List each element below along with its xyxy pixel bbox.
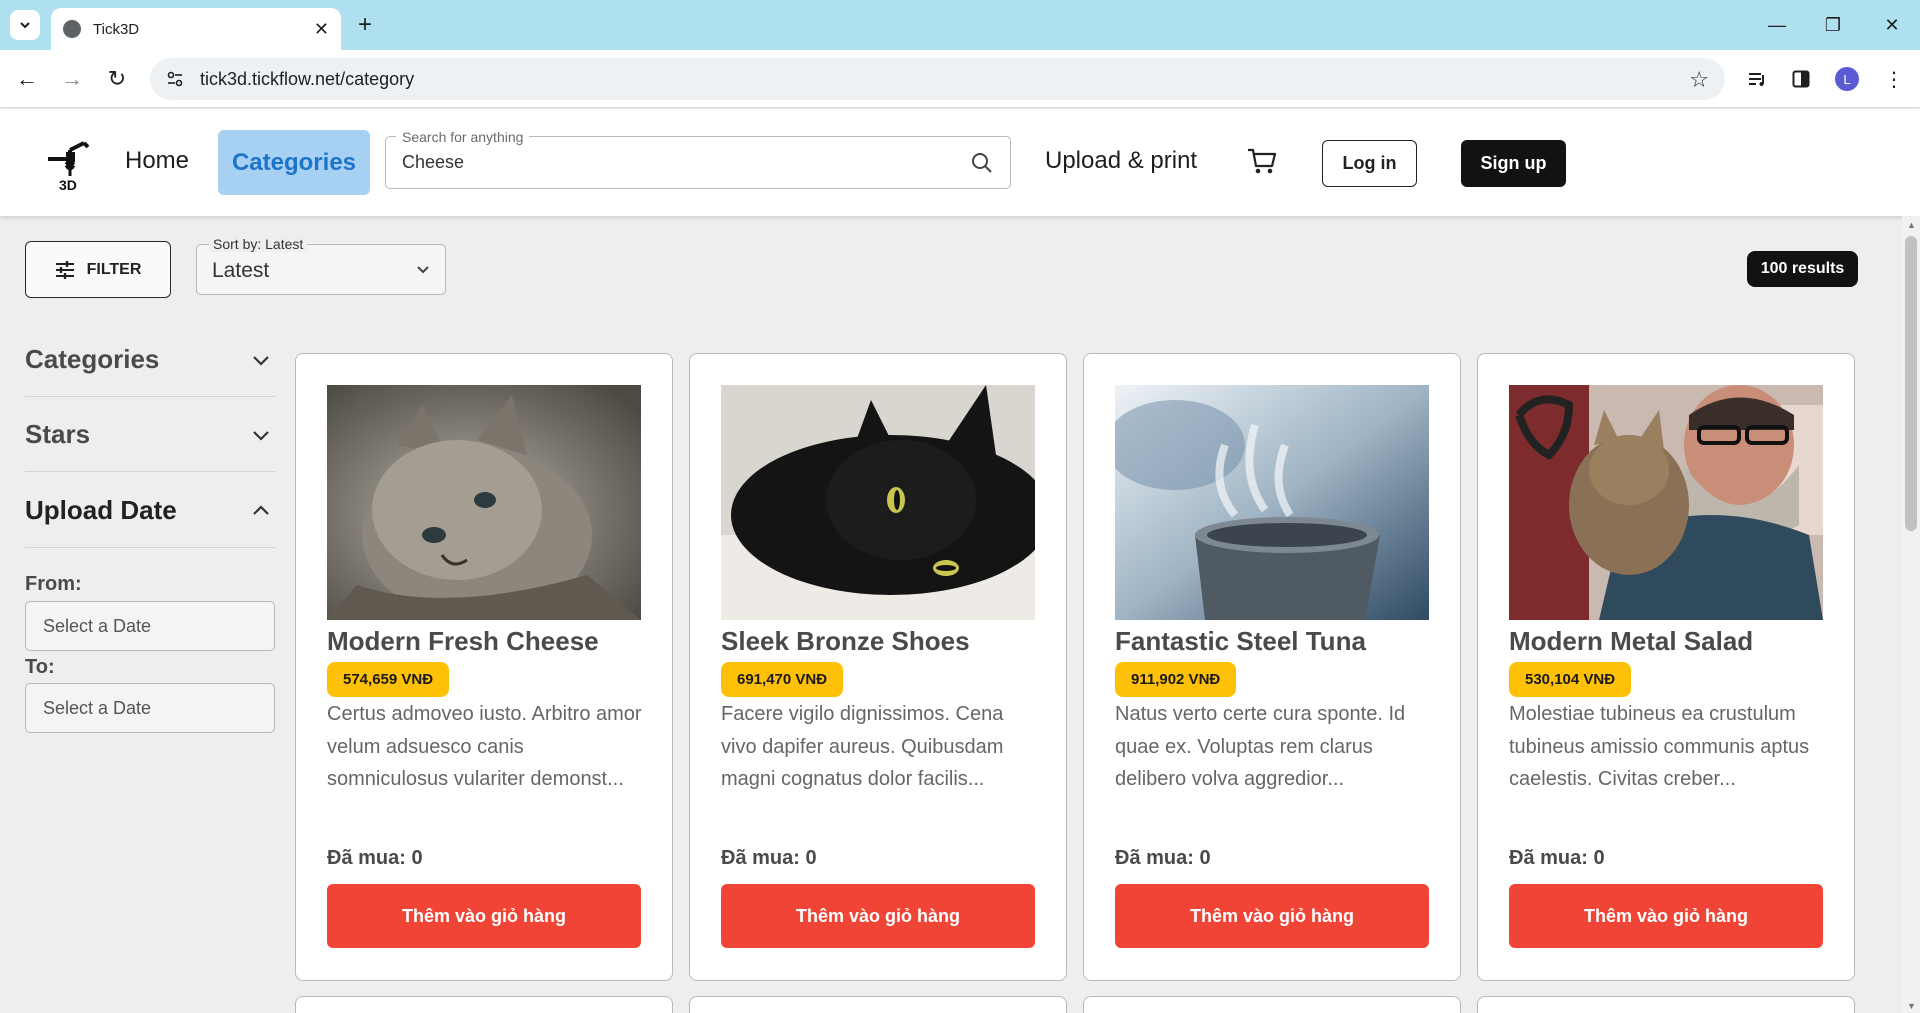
sort-value: Latest (212, 259, 270, 282)
price-badge: 530,104 VNĐ (1509, 662, 1632, 697)
cart-icon[interactable] (1246, 145, 1278, 177)
filter-label: FILTER (86, 260, 142, 278)
new-tab-button[interactable]: + (350, 10, 380, 40)
price-badge: 691,470 VNĐ (721, 662, 844, 697)
product-name[interactable]: Fantastic Steel Tuna (1115, 626, 1366, 657)
filter-button[interactable]: FILTER (25, 241, 171, 298)
chevron-up-icon (253, 505, 269, 515)
profile-avatar[interactable]: L (1835, 67, 1859, 91)
minimize-button[interactable]: — (1751, 8, 1803, 42)
product-name[interactable]: Modern Metal Salad (1509, 626, 1753, 657)
nav-categories-link[interactable]: Categories (218, 130, 370, 195)
search-input[interactable]: Search for anything Cheese (385, 129, 1011, 189)
scroll-up-arrow-icon[interactable]: ▲ (1907, 220, 1916, 230)
login-button[interactable]: Log in (1322, 140, 1417, 187)
sort-select[interactable]: Sort by: Latest Latest (196, 236, 446, 295)
add-to-cart-button[interactable]: Thêm vào giỏ hàng (1509, 884, 1823, 948)
reload-button[interactable]: ↻ (102, 64, 132, 94)
tab-search-button[interactable] (10, 10, 40, 40)
add-to-cart-button[interactable]: Thêm vào giỏ hàng (721, 884, 1035, 948)
product-card-next-row[interactable] (1477, 996, 1855, 1013)
sidebar-section-label: Stars (25, 419, 91, 449)
product-card[interactable]: Fantastic Steel Tuna 911,902 VNĐ Natus v… (1083, 353, 1461, 981)
add-to-cart-button[interactable]: Thêm vào giỏ hàng (1115, 884, 1429, 948)
product-name[interactable]: Sleek Bronze Shoes (721, 626, 970, 657)
side-panel-icon[interactable] (1786, 64, 1816, 94)
scroll-down-arrow-icon[interactable]: ▼ (1907, 1001, 1916, 1011)
chevron-down-icon (417, 266, 429, 274)
purchase-count: Đã mua: 0 (1509, 847, 1605, 869)
product-name[interactable]: Modern Fresh Cheese (327, 626, 599, 657)
browser-menu-icon[interactable]: ⋮ (1879, 64, 1909, 94)
forward-button[interactable]: → (57, 64, 87, 94)
purchase-count: Đã mua: 0 (721, 847, 817, 869)
product-card-next-row[interactable] (1083, 996, 1461, 1013)
media-control-icon[interactable] (1743, 64, 1773, 94)
product-description: Molestiae tubineus ea crustulum tubineus… (1509, 703, 1810, 790)
address-bar[interactable]: tick3d.tickflow.net/category ☆ (150, 58, 1725, 100)
product-description: Certus admoveo iusto. Arbitro amor velum… (327, 703, 642, 790)
from-date-input[interactable]: Select a Date (25, 601, 275, 651)
search-value: Cheese (402, 152, 465, 172)
purchase-count: Đã mua: 0 (327, 847, 423, 869)
sidebar-section-categories[interactable]: Categories (25, 322, 275, 397)
product-image-black-cat[interactable] (721, 385, 1035, 620)
url-text: tick3d.tickflow.net/category (200, 68, 415, 89)
chevron-down-icon (253, 356, 269, 366)
sidebar-section-label: Upload Date (25, 495, 177, 525)
price-badge: 574,659 VNĐ (327, 662, 450, 697)
restore-button[interactable]: ❐ (1807, 8, 1859, 42)
product-description: Natus verto certe cura sponte. Id quae e… (1115, 703, 1406, 790)
to-date-label: To: (25, 656, 55, 678)
product-card[interactable]: Modern Fresh Cheese 574,659 VNĐ Certus a… (295, 353, 673, 981)
filter-sliders-icon (55, 260, 74, 279)
product-card[interactable]: Modern Metal Salad 530,104 VNĐ Molestiae… (1477, 353, 1855, 981)
chevron-down-icon (253, 431, 269, 441)
nav-upload-print-link[interactable]: Upload & print (1045, 147, 1197, 175)
add-to-cart-button[interactable]: Thêm vào giỏ hàng (327, 884, 641, 948)
nav-home-link[interactable]: Home (125, 147, 189, 175)
sidebar-section-upload-date[interactable]: Upload Date (25, 473, 275, 548)
product-description: Facere vigilo dignissimos. Cena vivo dap… (721, 703, 1004, 790)
product-image-kitten[interactable] (327, 385, 641, 620)
from-date-label: From: (25, 573, 82, 595)
sidebar-section-stars[interactable]: Stars (25, 397, 275, 472)
to-date-input[interactable]: Select a Date (25, 683, 275, 733)
tab-title: Tick3D (93, 20, 140, 38)
search-icon[interactable] (970, 151, 994, 175)
sort-label: Sort by: Latest (209, 236, 308, 252)
product-image-man-with-kitten[interactable] (1509, 385, 1823, 620)
site-header: 3D Home Categories Search for anything C… (0, 109, 1920, 216)
svg-text:3D: 3D (59, 177, 77, 193)
signup-button[interactable]: Sign up (1461, 140, 1566, 187)
product-card[interactable]: Sleek Bronze Shoes 691,470 VNĐ Facere vi… (689, 353, 1067, 981)
product-card-next-row[interactable] (295, 996, 673, 1013)
browser-tab-strip: Tick3D ✕ + — ❐ ✕ (0, 0, 1920, 50)
page-scrollbar[interactable]: ▲ ▼ (1902, 216, 1920, 1013)
close-tab-icon[interactable]: ✕ (314, 19, 329, 40)
sidebar-section-label: Categories (25, 344, 160, 374)
browser-tab[interactable]: Tick3D ✕ (51, 8, 341, 50)
tick3d-logo[interactable]: 3D (44, 138, 96, 193)
back-button[interactable]: ← (12, 64, 42, 94)
close-window-button[interactable]: ✕ (1866, 8, 1918, 42)
product-image-steaming-cup[interactable] (1115, 385, 1429, 620)
browser-toolbar: ← → ↻ tick3d.tickflow.net/category ☆ L ⋮ (0, 50, 1920, 108)
product-card-next-row[interactable] (689, 996, 1067, 1013)
purchase-count: Đã mua: 0 (1115, 847, 1211, 869)
results-count-badge: 100 results (1747, 251, 1858, 287)
site-settings-icon[interactable] (164, 68, 186, 90)
scrollbar-thumb[interactable] (1905, 236, 1917, 531)
globe-icon (63, 20, 81, 38)
bookmark-star-icon[interactable]: ☆ (1689, 67, 1709, 93)
search-label: Search for anything (396, 129, 530, 145)
chevron-down-icon (20, 22, 30, 29)
price-badge: 911,902 VNĐ (1115, 662, 1237, 697)
